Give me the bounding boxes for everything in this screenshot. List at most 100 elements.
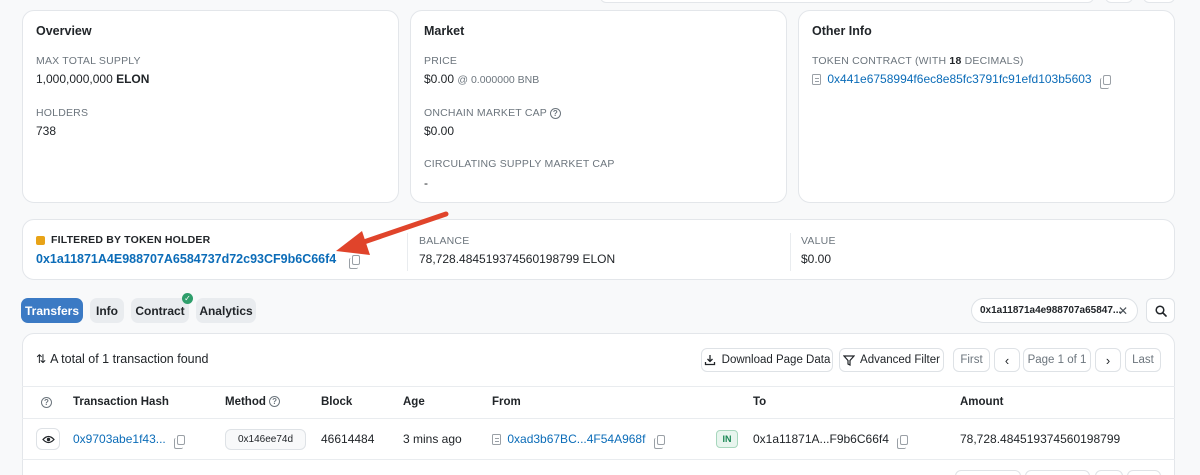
bottom-button-stub [1127,470,1161,475]
overview-title: Overview [36,24,92,38]
header-age[interactable]: Age [403,396,425,408]
pagination-first[interactable]: First [953,348,990,372]
top-button-stub [1105,0,1133,3]
onchain-cap-value: $0.00 [424,124,455,138]
market-card: Market PRICE $0.00 @ 0.000000 BNB ONCHAI… [410,10,787,203]
top-button-stub-2 [1143,0,1175,3]
max-supply-symbol: ELON [116,72,150,86]
top-search-stub [600,0,1094,3]
circ-cap-value: - [424,176,428,190]
pagination-prev[interactable]: ‹ [994,348,1020,372]
download-page-data-button[interactable]: Download Page Data [701,348,833,372]
token-contract-link[interactable]: 0x441e6758994f6ec8e85fc3791fc91efd103b56… [827,72,1091,86]
copy-icon[interactable] [1099,74,1111,89]
table-divider [22,418,1175,419]
tab-info[interactable]: Info [90,298,124,323]
tab-contract[interactable]: Contract ✓ [131,293,193,323]
help-icon[interactable]: ? [41,397,52,408]
header-transaction-hash: Transaction Hash [73,396,169,408]
filter-icon [843,354,856,366]
other-info-card: Other Info TOKEN CONTRACT (WITH 18 DECIM… [798,10,1175,203]
holder-filter-header: FILTERED BY TOKEN HOLDER [36,234,210,246]
value-label: VALUE [801,235,836,247]
copy-icon[interactable] [897,434,909,449]
price-label: PRICE [424,55,458,67]
download-icon [704,355,715,366]
to-address[interactable]: 0x1a11871A...F9b6C66f4 [753,432,889,446]
holder-filter-label: FILTERED BY TOKEN HOLDER [51,234,211,246]
tx-hash-cell: 0x9703abe1f43... [73,432,186,449]
holder-address-row: 0x1a11871A4E988707A6584737d72c93CF9b6C66… [36,252,360,269]
pagination-page: Page 1 of 1 [1023,348,1091,372]
chevron-right-icon: › [1105,352,1111,368]
value-value: $0.00 [801,252,832,266]
view-details-button[interactable] [36,428,60,450]
chevron-left-icon: ‹ [1004,352,1010,368]
market-title: Market [424,24,465,38]
bottom-button-stub [955,470,1021,475]
header-method: Method ? [225,396,281,408]
help-icon[interactable]: ? [269,396,281,408]
price-bnb: @ 0.000000 BNB [457,74,540,86]
from-address-link[interactable]: 0xad3b67BC...4F54A968f [507,432,645,446]
onchain-cap-label-text: ONCHAIN MARKET CAP [424,107,547,119]
direction-badge: IN [716,430,738,448]
annotation-arrow [336,211,449,255]
overview-card: Overview MAX TOTAL SUPPLY 1,000,000,000 … [22,10,399,203]
advanced-filter-label: Advanced Filter [860,354,940,366]
bottom-button-stub [1025,470,1090,475]
tab-transfers[interactable]: Transfers [21,298,83,323]
header-amount[interactable]: Amount [960,396,1003,408]
contract-document-icon [812,74,821,86]
block-link[interactable]: 46614484 [321,432,374,446]
holder-filter-card: FILTERED BY TOKEN HOLDER 0x1a11871A4E988… [22,219,1175,280]
amount-cell: 78,728.484519374560198799 [960,432,1121,446]
header-method-label: Method [225,396,266,408]
summary-text: A total of 1 transaction found [50,352,209,366]
header-to: To [753,396,767,408]
pagination-last[interactable]: Last [1125,348,1161,372]
bottom-button-stub [1095,470,1123,475]
filter-chip-text: 0x1a11871a4e988707a65847... [980,305,1122,316]
header-block: Block [321,396,353,408]
table-divider [22,386,1175,387]
max-supply-label: MAX TOTAL SUPPLY [36,55,141,67]
search-icon [1154,304,1167,317]
advanced-filter-button[interactable]: Advanced Filter [839,348,944,372]
method-badge: 0x146ee74d [225,429,306,450]
tx-hash-link[interactable]: 0x9703abe1f43... [73,432,166,446]
column-divider [790,233,791,271]
max-supply-number: 1,000,000,000 [36,72,113,86]
sort-icon: ⇅ [36,352,47,366]
price-usd: $0.00 [424,72,455,86]
token-contract-row: 0x441e6758994f6ec8e85fc3791fc91efd103b56… [812,72,1111,89]
contract-label-pre: TOKEN CONTRACT (WITH [812,55,950,67]
circ-cap-label: CIRCULATING SUPPLY MARKET CAP [424,158,615,170]
price-value: $0.00 @ 0.000000 BNB [424,72,539,86]
pagination-next[interactable]: › [1095,348,1121,372]
max-supply-value: 1,000,000,000 ELON [36,72,149,86]
copy-icon[interactable] [653,434,665,449]
onchain-cap-label: ONCHAIN MARKET CAP ? [424,107,561,119]
verified-check-icon: ✓ [182,293,193,304]
other-info-title: Other Info [812,24,872,38]
table-divider [22,459,1175,460]
eye-icon [41,435,55,443]
holder-address-link[interactable]: 0x1a11871A4E988707A6584737d72c93CF9b6C66… [36,252,336,266]
holder-filter-chip[interactable]: 0x1a11871a4e988707a65847... ✕ [971,298,1138,323]
wallet-icon [36,235,45,245]
close-icon[interactable]: ✕ [1118,304,1128,318]
contract-decimals: 18 [949,55,962,67]
copy-icon[interactable] [174,434,186,449]
header-from: From [492,396,521,408]
contract-document-icon [492,434,501,446]
search-button[interactable] [1146,298,1175,323]
download-label: Download Page Data [721,354,831,366]
help-icon[interactable]: ? [549,107,561,119]
from-cell: 0xad3b67BC...4F54A968f [492,432,665,449]
age-cell: 3 mins ago [403,432,462,446]
tab-analytics[interactable]: Analytics [196,298,256,323]
tab-contract-label: Contract [135,303,185,318]
token-contract-label: TOKEN CONTRACT (WITH 18 DECIMALS) [812,55,1024,67]
holders-value: 738 [36,124,57,138]
